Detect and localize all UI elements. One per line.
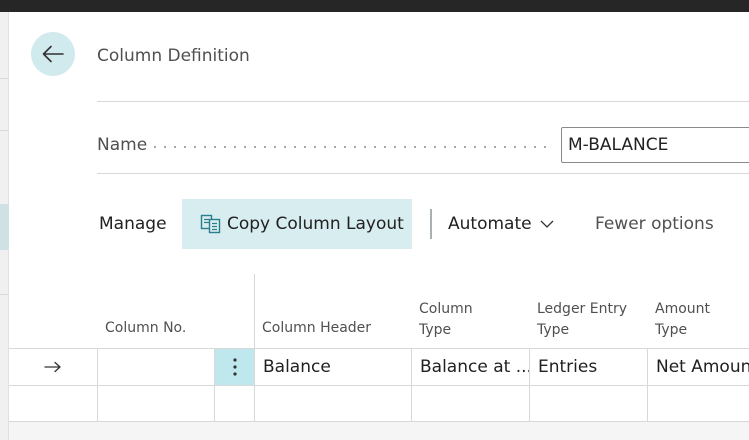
cell-column-no[interactable] [98, 386, 215, 422]
fewer-options-button[interactable]: Fewer options [595, 199, 714, 249]
cell-ledger-entry-type[interactable]: Entries [530, 349, 648, 385]
back-button[interactable] [31, 32, 75, 76]
column-header-ledger-entry-type[interactable]: Ledger Entry Type [537, 299, 627, 341]
manage-label: Manage [99, 214, 167, 234]
cell-amount-type[interactable] [648, 386, 749, 422]
amount-type-line2: Type [655, 322, 688, 338]
column-header-amount-type[interactable]: Amount Type [655, 299, 710, 341]
header-divider [97, 173, 749, 174]
right-arrow-icon [44, 361, 61, 373]
grid-footer-band [9, 422, 749, 440]
field-leader-dots [150, 146, 548, 148]
cell-column-type[interactable]: Balance at ... [412, 349, 530, 385]
vertical-ellipsis-icon [232, 358, 237, 376]
name-input[interactable] [561, 127, 749, 163]
fewer-options-label: Fewer options [595, 214, 714, 234]
cell-ledger-entry-type[interactable] [530, 386, 648, 422]
cell-column-no[interactable] [98, 349, 215, 385]
table-row[interactable]: Balance Balance at ... Entries Net Amoun… [9, 348, 749, 385]
amount-type-line1: Amount [655, 301, 711, 317]
column-header-column-no[interactable]: Column No. [105, 318, 186, 339]
copy-column-layout-label: Copy Column Layout [227, 214, 404, 234]
action-bar-divider [430, 209, 432, 239]
column-header-column-header[interactable]: Column Header [262, 318, 371, 339]
back-arrow-icon [42, 45, 64, 63]
ledger-entry-type-line1: Ledger Entry [537, 301, 628, 317]
automate-label: Automate [448, 214, 532, 234]
column-header-column-type[interactable]: Column Type [419, 299, 473, 341]
row-pointer-cell [9, 349, 98, 385]
manage-menu-button[interactable]: Manage [97, 199, 169, 249]
automate-menu-button[interactable]: Automate [448, 199, 554, 249]
cell-column-header[interactable]: Balance [255, 349, 412, 385]
copy-column-layout-button[interactable]: Copy Column Layout [182, 199, 412, 249]
cell-amount-type[interactable]: Net Amount [648, 349, 749, 385]
background-page-strip [0, 12, 9, 440]
cell-column-header[interactable] [255, 386, 412, 422]
ledger-entry-type-line2: Type [537, 322, 570, 338]
page-title: Column Definition [97, 46, 250, 66]
copy-documents-icon [200, 214, 221, 234]
row-menu-button[interactable] [215, 349, 255, 385]
row-pointer-cell [9, 386, 98, 422]
cell-column-type[interactable] [412, 386, 530, 422]
row-menu-cell[interactable] [215, 386, 255, 422]
name-label: Name [97, 135, 148, 155]
column-separator [254, 274, 255, 349]
column-type-line1: Column [419, 301, 473, 317]
column-definition-grid: Balance Balance at ... Entries Net Amoun… [9, 348, 749, 422]
window-top-bar [0, 0, 749, 12]
column-type-line2: Type [419, 322, 452, 338]
chevron-down-icon [540, 220, 554, 228]
table-row[interactable] [9, 385, 749, 422]
title-divider [97, 101, 749, 102]
